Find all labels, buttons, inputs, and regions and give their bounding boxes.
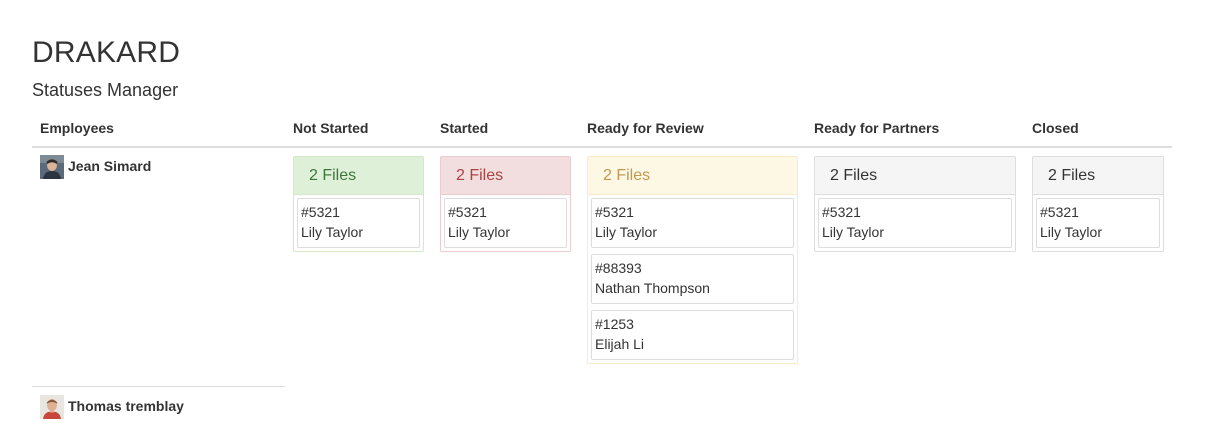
file-client: Lily Taylor [301,224,363,240]
panel-heading-not-started[interactable]: 2 Files [294,157,423,195]
file-client: Lily Taylor [448,224,510,240]
file-card[interactable]: #5321 Lily Taylor [591,198,794,248]
panel-heading-started[interactable]: 2 Files [441,157,570,195]
file-id: #5321 [822,204,861,220]
column-header-closed: Closed [1032,120,1079,136]
employee-row[interactable]: Thomas tremblay [40,395,240,421]
file-card[interactable]: #1253 Elijah Li [591,310,794,360]
file-client: Elijah Li [595,336,645,352]
panel-heading-ready-for-review[interactable]: 2 Files [588,157,797,195]
employee-row[interactable]: Jean Simard [40,155,240,181]
statuses-manager-app: DRAKARD Statuses Manager Employees Not S… [0,0,1213,424]
file-client: Lily Taylor [595,224,657,240]
file-client: Lily Taylor [822,224,884,240]
file-card[interactable]: #5321 Lily Taylor [818,198,1012,248]
column-header-not-started: Not Started [293,120,369,136]
panel-body: #5321 Lily Taylor [294,195,423,248]
header-divider [32,146,1172,148]
user-avatar-icon [40,395,64,419]
status-panel-closed: 2 Files #5321 Lily Taylor [1032,156,1164,252]
status-panel-started: 2 Files #5321 Lily Taylor [440,156,571,252]
file-id: #88393 [595,260,642,276]
app-title: DRAKARD [32,36,181,69]
status-panel-ready-for-review: 2 Files #5321 Lily Taylor #88393 Nathan … [587,156,798,364]
file-id: #5321 [1040,204,1079,220]
user-avatar-icon [40,155,64,179]
file-id: #5321 [301,204,340,220]
status-panel-ready-for-partners: 2 Files #5321 Lily Taylor [814,156,1016,252]
column-header-ready-for-review: Ready for Review [587,120,704,136]
panel-body: #5321 Lily Taylor [1033,195,1163,248]
panel-heading-closed[interactable]: 2 Files [1033,157,1163,195]
panel-body: #5321 Lily Taylor [815,195,1015,248]
employee-name[interactable]: Jean Simard [68,158,151,174]
file-card[interactable]: #5321 Lily Taylor [1036,198,1160,248]
file-client: Nathan Thompson [595,280,710,296]
panel-body: #5321 Lily Taylor [441,195,570,248]
file-id: #5321 [448,204,487,220]
column-header-employees: Employees [40,120,114,136]
employee-name[interactable]: Thomas tremblay [68,398,184,414]
column-header-ready-for-partners: Ready for Partners [814,120,940,136]
panel-body: #5321 Lily Taylor #88393 Nathan Thompson… [588,195,797,360]
file-id: #1253 [595,316,634,332]
status-panel-not-started: 2 Files #5321 Lily Taylor [293,156,424,252]
file-id: #5321 [595,204,634,220]
file-client: Lily Taylor [1040,224,1102,240]
row-divider [32,386,285,387]
column-header-started: Started [440,120,489,136]
panel-heading-ready-for-partners[interactable]: 2 Files [815,157,1015,195]
page-subtitle: Statuses Manager [32,80,179,100]
file-card[interactable]: #88393 Nathan Thompson [591,254,794,304]
file-card[interactable]: #5321 Lily Taylor [297,198,420,248]
file-card[interactable]: #5321 Lily Taylor [444,198,567,248]
